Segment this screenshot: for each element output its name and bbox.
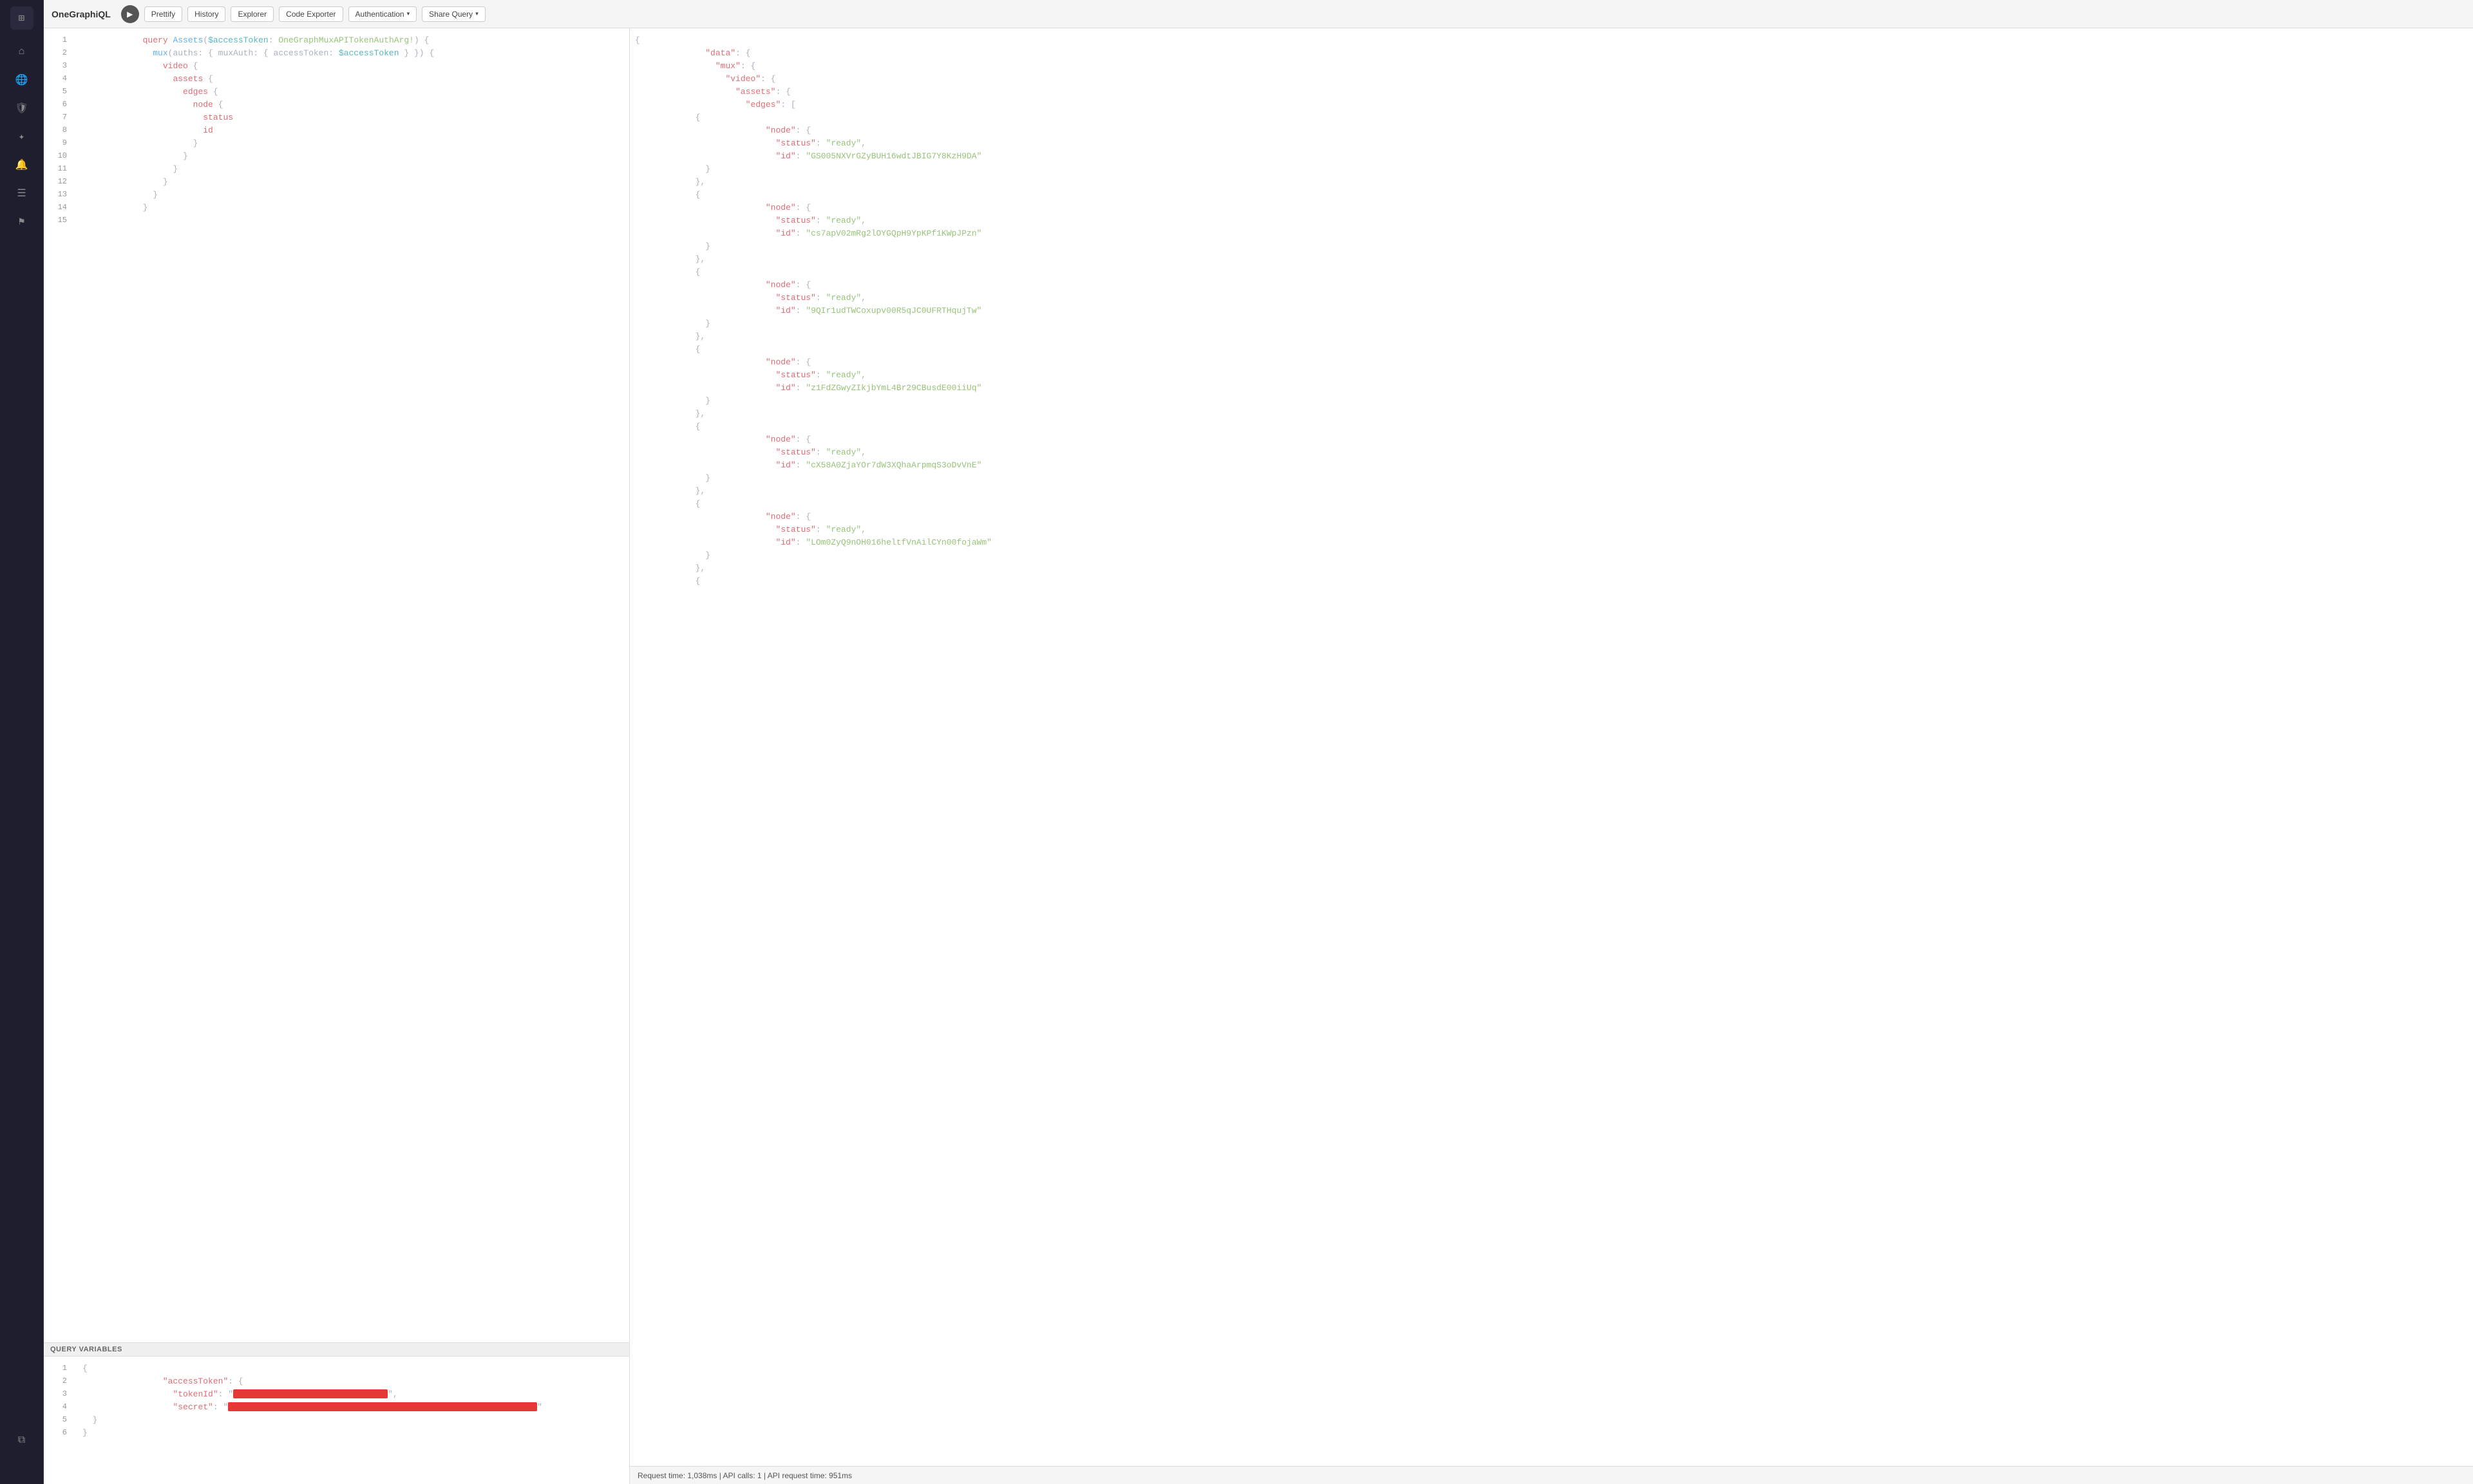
result-line-edges-open: "edges": [ (630, 98, 2473, 111)
result-edge-2-close: }, (630, 252, 2473, 265)
result-line-assets-open: "assets": { (630, 85, 2473, 98)
gutter-dot-3 (73, 63, 79, 68)
result-edge-6-node-open: "node": { (630, 510, 2473, 523)
gutter-dot-10 (73, 153, 79, 158)
result-edge-2-node-open: "node": { (630, 201, 2473, 214)
result-edge-6-open: { (630, 497, 2473, 510)
qv-dot-3 (73, 1391, 79, 1396)
gutter-dot-11 (73, 166, 79, 171)
qv-dot-5 (73, 1417, 79, 1422)
gutter-dot-2 (73, 50, 79, 55)
sidebar-item-shield[interactable]: 🛡 (10, 97, 33, 120)
code-exporter-button[interactable]: Code Exporter (279, 6, 343, 22)
editor-line-14: 14 } (44, 201, 629, 214)
right-panel: { "data": { "mux": { "video": { (630, 28, 2473, 1484)
result-edge-5-close: }, (630, 484, 2473, 497)
result-line-mux-open: "mux": { (630, 59, 2473, 72)
result-edge-1-id: "id": "GS005NXVrGZyBUH16wdtJBIG7Y8KzH9DA… (630, 149, 2473, 162)
qv-line-4: 4 "secret": " " (44, 1400, 629, 1413)
result-edge-4-node-open: "node": { (630, 355, 2473, 368)
result-edge-3-open: { (630, 265, 2473, 278)
toolbar: OneGraphiQL ▶ Prettify History Explorer … (44, 0, 2473, 28)
home-icon: ⌂ (19, 46, 25, 57)
result-line-root-open: { (630, 33, 2473, 46)
result-edge-5-node-open: "node": { (630, 433, 2473, 446)
content-area: 1 query Assets($accessToken: OneGraphMux… (44, 28, 2473, 1484)
gutter-dot-5 (73, 89, 79, 94)
globe-icon: 🌐 (15, 73, 28, 86)
query-variables-section: QUERY VARIABLES 1 { 2 "accessToken": { (44, 1342, 629, 1484)
sidebar-item-bell[interactable]: 🔔 (10, 153, 33, 176)
sidebar-logo: ⊞ (10, 6, 33, 30)
qv-dot-6 (73, 1430, 79, 1435)
gutter-dot-4 (73, 76, 79, 81)
gutter-dot-15 (73, 218, 79, 223)
sidebar-item-rocket[interactable]: ✦ (10, 125, 33, 148)
status-bar: Request time: 1,038ms | API calls: 1 | A… (630, 1466, 2473, 1484)
sidebar-item-home[interactable]: ⌂ (10, 40, 33, 63)
gutter-dot-9 (73, 140, 79, 146)
result-edge-2-id: "id": "cs7apV02mRg2lOYGQpH9YpKPf1KWpJPzn… (630, 227, 2473, 240)
result-edge-2-open: { (630, 188, 2473, 201)
result-edge-3-id: "id": "9QIr1udTWCoxupv00R5qJC0UFRTHqujTw… (630, 304, 2473, 317)
gutter-dot-6 (73, 102, 79, 107)
explorer-button[interactable]: Explorer (231, 6, 274, 22)
sidebar-item-copy[interactable]: ⧉ (10, 1429, 33, 1452)
shield-icon: 🛡 (15, 102, 28, 115)
rocket-icon: ✦ (19, 130, 25, 143)
share-query-button[interactable]: Share Query ▾ (422, 6, 486, 22)
gutter-dot-14 (73, 205, 79, 210)
left-panel: 1 query Assets($accessToken: OneGraphMux… (44, 28, 630, 1484)
qv-dot-4 (73, 1404, 79, 1409)
sidebar-item-globe[interactable]: 🌐 (10, 68, 33, 91)
result-edge-1-node-open: "node": { (630, 124, 2473, 136)
result-line-data-open: "data": { (630, 46, 2473, 59)
run-button[interactable]: ▶ (121, 5, 139, 23)
gutter-dot-12 (73, 179, 79, 184)
gutter-dot-1 (73, 37, 79, 42)
result-edge-6-id: "id": "LOm0ZyQ9nOH016heltfVnAilCYn00foja… (630, 536, 2473, 549)
gutter-dot-8 (73, 127, 79, 133)
result-edge-7-open: { (630, 574, 2473, 587)
gutter-dot-7 (73, 115, 79, 120)
result-edge-3-node-open: "node": { (630, 278, 2473, 291)
result-edge-4-id: "id": "z1FdZGwyZIkjbYmL4Br29CBusdE00iiUq… (630, 381, 2473, 394)
sidebar: ⊞ ⌂ 🌐 🛡 ✦ 🔔 ☰ ⚑ ⧉ (0, 0, 44, 1484)
qv-dot-2 (73, 1378, 79, 1384)
authentication-chevron-icon: ▾ (407, 10, 410, 17)
copy-icon: ⧉ (18, 1434, 25, 1446)
result-edge-4-open: { (630, 343, 2473, 355)
result-edge-4-close: }, (630, 407, 2473, 420)
app-title: OneGraphiQL (52, 9, 111, 19)
query-variables-editor[interactable]: 1 { 2 "accessToken": { 3 (44, 1357, 629, 1484)
flag-icon: ⚑ (19, 215, 25, 228)
sidebar-item-flag[interactable]: ⚑ (10, 210, 33, 233)
result-line-video-open: "video": { (630, 72, 2473, 85)
prettify-button[interactable]: Prettify (144, 6, 182, 22)
logo-icon: ⊞ (19, 12, 25, 24)
bell-icon: 🔔 (15, 158, 28, 171)
authentication-button[interactable]: Authentication ▾ (348, 6, 417, 22)
result-edge-1-close: }, (630, 175, 2473, 188)
result-edge-6-close: }, (630, 561, 2473, 574)
qv-line-6: 6 } (44, 1426, 629, 1439)
sidebar-item-list[interactable]: ☰ (10, 182, 33, 205)
main-area: OneGraphiQL ▶ Prettify History Explorer … (44, 0, 2473, 1484)
status-text: Request time: 1,038ms | API calls: 1 | A… (638, 1471, 852, 1480)
gutter-dot-13 (73, 192, 79, 197)
result-edge-3-close: }, (630, 330, 2473, 343)
result-edge-5-open: { (630, 420, 2473, 433)
secret-redacted (228, 1402, 537, 1411)
query-editor[interactable]: 1 query Assets($accessToken: OneGraphMux… (44, 28, 629, 1342)
query-variables-header: QUERY VARIABLES (44, 1343, 629, 1357)
share-query-chevron-icon: ▾ (475, 10, 478, 17)
qv-dot-1 (73, 1366, 79, 1371)
result-edge-5-id: "id": "cX58A0ZjaYOr7dW3XQhaArpmqS3oDvVnE… (630, 458, 2473, 471)
list-icon: ☰ (17, 187, 26, 200)
history-button[interactable]: History (187, 6, 225, 22)
result-edge-1-open: { (630, 111, 2473, 124)
result-area[interactable]: { "data": { "mux": { "video": { (630, 28, 2473, 1466)
